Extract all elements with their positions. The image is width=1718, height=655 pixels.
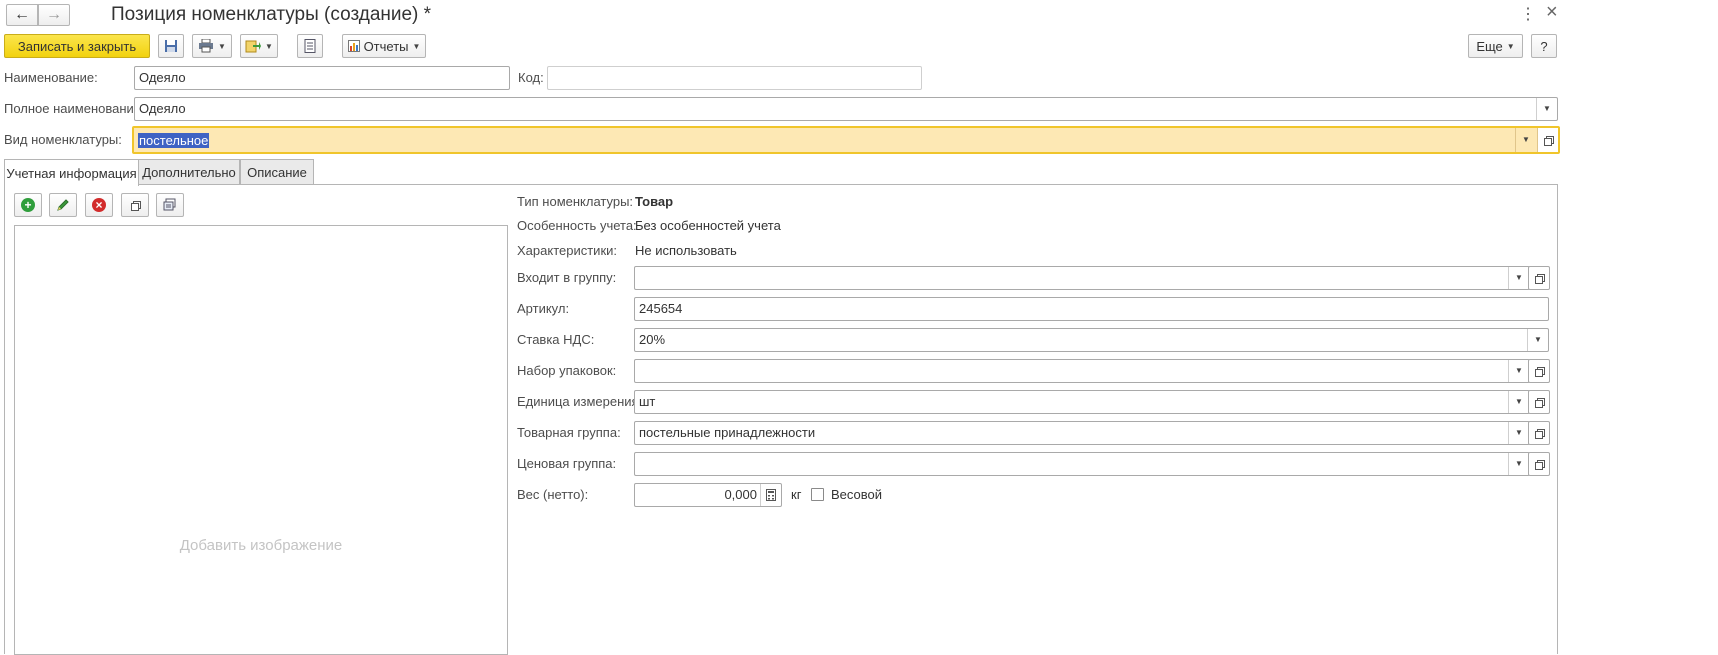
feature-value: Без особенностей учета [635,218,781,233]
price-group-label: Ценовая группа: [517,456,617,471]
close-icon[interactable]: × [1546,1,1558,24]
name-field[interactable]: Одеяло [134,66,510,90]
packaging-open-button[interactable] [1528,359,1550,383]
weighted-checkbox[interactable] [811,488,824,501]
chevron-down-icon[interactable]: ▼ [1508,453,1529,475]
window-title: Позиция номенклатуры (создание) * [111,4,432,25]
product-group-field[interactable]: постельные принадлежности ▼ [634,421,1530,445]
pencil-icon [57,199,69,211]
article-label: Артикул: [517,301,570,316]
chevron-down-icon: ▼ [218,41,226,51]
chevron-down-icon[interactable]: ▼ [1508,360,1529,382]
chevron-down-icon[interactable]: ▼ [1527,329,1548,351]
add-image-button[interactable]: + [14,193,42,217]
vat-label: Ставка НДС: [517,332,595,347]
kind-field[interactable]: постельное ▼ [132,126,1560,154]
chevron-down-icon[interactable]: ▼ [1536,98,1557,120]
full-name-field[interactable]: Одеяло ▼ [134,97,1558,121]
printer-icon [199,39,214,53]
arrow-right-icon: → [46,6,62,23]
save-and-close-button[interactable]: Записать и закрыть [4,34,150,58]
full-name-label: Полное наименование: [4,101,145,116]
chevron-down-icon: ▼ [265,41,273,51]
weight-unit: кг [791,487,802,502]
reports-button[interactable]: Отчеты ▼ [342,34,426,58]
delete-image-button[interactable]: × [85,193,113,217]
group-label: Входит в группу: [517,270,617,285]
open-image-button[interactable] [121,193,149,217]
chevron-down-icon[interactable]: ▼ [1515,128,1536,152]
chevron-down-icon: ▼ [1506,41,1515,51]
open-icon [1534,397,1545,408]
add-image-placeholder[interactable]: Добавить изображение [14,537,508,554]
open-icon [1534,459,1545,470]
product-group-label: Товарная группа: [517,425,621,440]
edit-image-button[interactable] [49,193,77,217]
product-group-open-button[interactable] [1528,421,1550,445]
open-icon [130,200,141,211]
type-value: Товар [635,194,674,209]
chevron-down-icon: ▼ [412,41,421,51]
group-open-button[interactable] [1528,266,1550,290]
calculator-icon[interactable] [760,484,781,506]
floppy-disk-icon [165,40,177,52]
print-button[interactable]: ▼ [192,34,232,58]
type-label: Тип номенклатуры: [517,194,634,209]
characteristics-value: Не использовать [635,243,737,258]
tab-description[interactable]: Описание [240,159,314,185]
help-button[interactable]: ? [1531,34,1557,58]
bar-chart-icon [347,40,360,52]
image-list-button[interactable] [156,193,184,217]
open-icon[interactable] [1537,128,1558,152]
unit-open-button[interactable] [1528,390,1550,414]
packaging-label: Набор упаковок: [517,363,617,378]
group-field[interactable]: ▼ [634,266,1530,290]
more-button[interactable]: Еще ▼ [1468,34,1523,58]
packaging-field[interactable]: ▼ [634,359,1530,383]
tab-accounting-info[interactable]: Учетная информация [4,159,139,186]
plus-circle-icon: + [21,198,35,212]
open-icon [1534,366,1545,377]
document-arrow-icon [245,40,262,53]
arrow-left-icon: ← [14,6,30,23]
weight-field[interactable]: 0,000 [634,483,782,507]
code-label: Код: [518,70,544,85]
image-stack-icon [163,198,176,211]
list-view-button[interactable] [297,34,323,58]
tab-additional[interactable]: Дополнительно [138,159,240,185]
chevron-down-icon[interactable]: ▼ [1508,267,1529,289]
open-icon [1534,428,1545,439]
characteristics-label: Характеристики: [517,243,618,258]
feature-label: Особенность учета: [517,218,637,233]
kind-label: Вид номенклатуры: [4,132,122,147]
article-field[interactable]: 245654 [634,297,1549,321]
image-area[interactable] [14,225,508,655]
name-label: Наименование: [4,70,98,85]
back-button[interactable]: ← [6,4,38,26]
weighted-label[interactable]: Весовой [831,487,882,503]
vat-field[interactable]: 20% ▼ [634,328,1549,352]
document-list-icon [304,39,316,53]
create-based-on-button[interactable]: ▼ [240,34,278,58]
chevron-down-icon[interactable]: ▼ [1508,422,1529,444]
open-icon [1534,273,1545,284]
chevron-down-icon[interactable]: ▼ [1508,391,1529,413]
price-group-open-button[interactable] [1528,452,1550,476]
more-actions-icon[interactable]: ⋮ [1520,4,1536,24]
weight-label: Вес (нетто): [517,487,589,502]
delete-circle-icon: × [92,198,106,212]
kind-value: постельное [138,133,210,148]
unit-label: Единица измерения: [517,394,643,409]
price-group-field[interactable]: ▼ [634,452,1530,476]
forward-button[interactable]: → [38,4,70,26]
unit-field[interactable]: шт ▼ [634,390,1530,414]
code-field[interactable] [547,66,922,90]
save-button[interactable] [158,34,184,58]
